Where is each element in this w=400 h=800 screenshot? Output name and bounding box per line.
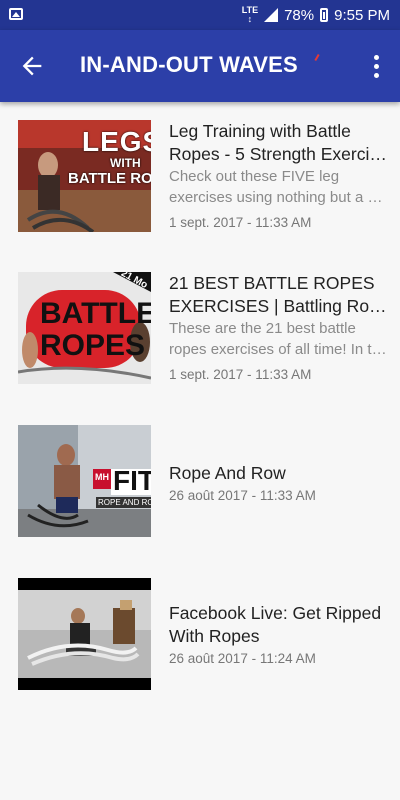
signal-icon <box>264 8 279 22</box>
battery-icon <box>320 8 329 22</box>
clock: 9:55 PM <box>334 6 390 24</box>
video-text: Rope And Row 26 août 2017 - 11:33 AM <box>169 462 390 503</box>
battery-percent: 78% <box>284 6 315 24</box>
thumb-caption: FIT <box>113 465 151 496</box>
thumb-caption: ROPE AND ROW <box>96 497 151 508</box>
indicator-mark <box>314 53 320 62</box>
thumb-caption: ROPES <box>40 329 146 362</box>
app-bar: IN-AND-OUT WAVES <box>0 30 400 102</box>
video-title-line: 21 BEST BATTLE ROPES <box>169 273 375 293</box>
video-title-line: Rope And Row <box>169 463 286 483</box>
video-description-line: These are the 21 best battle <box>169 320 356 337</box>
gallery-notification-icon <box>9 8 23 20</box>
video-description-line: Check out these FIVE leg <box>169 168 340 185</box>
page-title: IN-AND-OUT WAVES <box>80 52 298 77</box>
video-description-line: exercises using nothing but a battle rop… <box>169 189 390 206</box>
thumb-caption: LEGS <box>82 126 151 157</box>
video-date: 1 sept. 2017 - 11:33 AM <box>169 215 312 230</box>
video-thumbnail: LEGS WITH BATTLE ROPES <box>18 120 151 232</box>
video-title-line: Leg Training with Battle <box>169 121 351 141</box>
video-thumbnail <box>18 578 151 690</box>
video-thumbnail: 21 Mo BATTLE ROPES <box>18 272 151 384</box>
video-text: Facebook Live: Get Ripped With Ropes 26 … <box>169 602 390 666</box>
video-item[interactable]: 21 Mo BATTLE ROPES 21 BEST BATTLE ROPES … <box>0 272 400 402</box>
status-bar: LTE ↕ 78% 9:55 PM <box>0 0 400 30</box>
video-title-line: Facebook Live: Get Ripped <box>169 603 382 623</box>
thumb-caption: BATTLE ROPES <box>68 170 151 187</box>
video-date: 26 août 2017 - 11:33 AM <box>169 488 316 503</box>
video-date: 26 août 2017 - 11:24 AM <box>169 651 316 666</box>
video-date: 1 sept. 2017 - 11:33 AM <box>169 367 312 382</box>
status-indicators: LTE ↕ 78% 9:55 PM <box>242 6 390 24</box>
more-options-icon[interactable] <box>366 52 386 80</box>
video-item[interactable]: LEGS WITH BATTLE ROPES Leg Training with… <box>0 120 400 250</box>
video-thumbnail: MH FIT ROPE AND ROW <box>18 425 151 537</box>
video-item[interactable]: MH FIT ROPE AND ROW Rope And Row 26 août… <box>0 425 400 555</box>
video-title-line: Ropes - 5 Strength Exercises <box>169 144 390 164</box>
thumb-caption: BATTLE <box>40 297 151 330</box>
video-text: 21 BEST BATTLE ROPES EXERCISES | Battlin… <box>169 272 390 382</box>
video-title-line: EXERCISES | Battling Ropes Workout <box>169 296 390 316</box>
lte-indicator: LTE ↕ <box>241 5 259 24</box>
video-item[interactable]: Facebook Live: Get Ripped With Ropes 26 … <box>0 578 400 708</box>
video-description-line: ropes exercises of all time! In this vid… <box>169 341 390 358</box>
back-arrow-icon[interactable] <box>18 52 46 80</box>
thumb-caption: WITH <box>110 156 141 170</box>
video-title-line: With Ropes <box>169 626 260 646</box>
video-text: Leg Training with Battle Ropes - 5 Stren… <box>169 120 390 230</box>
thumb-logo: MH <box>95 472 109 482</box>
